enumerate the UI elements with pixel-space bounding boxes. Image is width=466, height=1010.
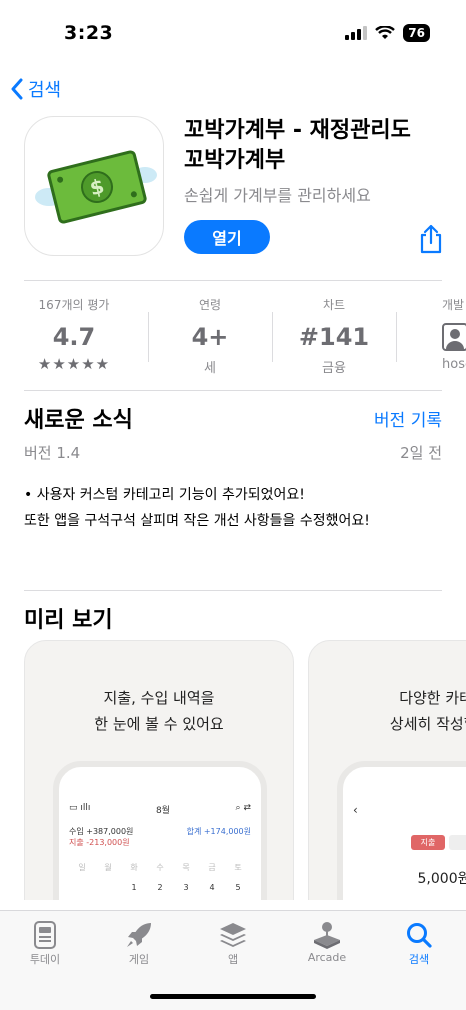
app-title-line2: 꼬박가계부: [184, 148, 286, 173]
back-label: 검색: [28, 80, 62, 101]
phone-screen: ‹ 지출 5,000원: [353, 803, 466, 900]
phone-screen: ▭ ıllı 8월 ⌕ ⇄ 수입 +387,000원 지출 -213,000원 …: [69, 803, 251, 900]
whats-new-title: 새로운 소식: [24, 408, 133, 433]
battery-icon: 76: [403, 24, 430, 42]
tab-label: 투데이: [29, 953, 61, 966]
release-notes: • 사용자 커스텀 카테고리 기능이 추가되었어요! 또한 앱을 구석구석 살피…: [24, 482, 444, 534]
money-bill-icon: $: [35, 150, 157, 224]
income-summary: 수입 +387,000원: [69, 827, 134, 836]
signal-icon: [345, 26, 368, 40]
calendar-icon: ▭ ıllı: [69, 803, 91, 813]
release-note-line: 또한 앱을 구석구석 살피며 작은 개선 사항들을 수정했어요!: [24, 513, 370, 529]
home-indicator: [150, 994, 316, 999]
tab-label: 검색: [408, 953, 430, 966]
tab-games[interactable]: 게임: [104, 919, 174, 967]
screenshot-card[interactable]: 다양한 카테고 상세히 작성할 수 ‹ 지출 5,000원: [308, 640, 466, 900]
stat-age[interactable]: 연령 4+ 세: [148, 296, 272, 376]
stat-value: #141: [298, 323, 370, 351]
phone-mockup: ‹ 지출 5,000원: [337, 761, 466, 900]
tab-search[interactable]: 검색: [384, 919, 454, 967]
tab-label: Arcade: [307, 951, 347, 964]
stat-value: 4.7: [52, 323, 96, 351]
star-rating: ★★★★★: [37, 355, 111, 373]
stat-label: 연령: [198, 298, 222, 312]
stats-row: 167개의 평가 4.7 ★★★★★ 연령 4+ 세 차트 #141 금융 개발…: [0, 296, 466, 384]
wifi-icon: [375, 26, 396, 39]
app-title-line1: 꼬박가계부 - 재정관리도: [184, 118, 411, 143]
status-time: 3:23: [64, 22, 114, 44]
back-button[interactable]: 검색: [10, 76, 61, 102]
today-icon: [34, 921, 56, 949]
screenshot-carousel[interactable]: 지출, 수입 내역을 한 눈에 볼 수 있어요 ▭ ıllı 8월 ⌕ ⇄ 수입…: [24, 640, 466, 900]
caption-line: 지출, 수입 내역을: [103, 689, 215, 707]
expense-summary: 지출 -213,000원: [69, 838, 130, 847]
search-icon: [407, 923, 432, 948]
chevron-left-icon: [11, 78, 23, 100]
apps-stack-icon: [220, 923, 246, 947]
tab-today[interactable]: 투데이: [10, 919, 80, 967]
stat-label: 개발: [442, 298, 465, 312]
tab-label: 게임: [128, 953, 150, 966]
stat-sub: hoseon: [442, 357, 466, 372]
status-bar: 3:23 76: [0, 0, 466, 64]
app-icon[interactable]: $: [24, 116, 164, 256]
stat-ratings[interactable]: 167개의 평가 4.7 ★★★★★: [12, 296, 136, 373]
total-summary: 합계 +174,000원: [186, 827, 251, 836]
joystick-icon: [314, 922, 340, 949]
tab-arcade[interactable]: Arcade: [292, 919, 362, 964]
screenshot-caption: 지출, 수입 내역을 한 눈에 볼 수 있어요: [25, 685, 293, 737]
stat-chart[interactable]: 차트 #141 금융: [272, 296, 396, 376]
caption-line: 상세히 작성할 수: [389, 715, 466, 733]
caption-line: 다양한 카테고: [399, 689, 466, 707]
status-icons: 76: [345, 24, 430, 42]
screenshot-caption: 다양한 카테고 상세히 작성할 수: [309, 685, 466, 737]
month-label: 8월: [155, 806, 170, 816]
search-icon: ⌕ ⇄: [235, 803, 251, 813]
amount-display: 5,000원: [417, 871, 466, 887]
tab-label: 앱: [227, 953, 239, 966]
preview-title: 미리 보기: [24, 608, 113, 633]
caption-line: 한 눈에 볼 수 있어요: [94, 715, 224, 733]
version-history-link[interactable]: 버전 기록: [374, 406, 442, 431]
chevron-left-icon: ‹: [353, 803, 358, 817]
app-subtitle: 손쉽게 가계부를 관리하세요: [184, 186, 371, 205]
tab-apps[interactable]: 앱: [198, 919, 268, 967]
rocket-icon: [127, 923, 151, 947]
stat-developer[interactable]: 개발 hoseon: [396, 296, 466, 372]
app-header: $ 꼬박가계부 - 재정관리도 꼬박가계부 손쉽게 가계부를 관리하세요 열기: [24, 116, 444, 256]
phone-mockup: ▭ ıllı 8월 ⌕ ⇄ 수입 +387,000원 지출 -213,000원 …: [53, 761, 267, 900]
version-label: 버전 1.4: [24, 444, 81, 462]
screenshot-card[interactable]: 지출, 수입 내역을 한 눈에 볼 수 있어요 ▭ ıllı 8월 ⌕ ⇄ 수입…: [24, 640, 294, 900]
income-tab: [449, 835, 466, 850]
stat-value: 4+: [191, 323, 229, 351]
stat-sub: 금융: [322, 361, 346, 376]
divider: [24, 280, 442, 281]
divider: [24, 590, 442, 591]
developer-person-icon: [442, 323, 466, 351]
stat-label: 차트: [322, 298, 346, 312]
divider: [24, 390, 442, 391]
calendar-grid: 일월화수목금토 12345: [78, 863, 242, 892]
release-note-line: • 사용자 커스텀 카테고리 기능이 추가되었어요!: [24, 487, 305, 503]
app-title: 꼬박가계부 - 재정관리도 꼬박가계부: [184, 116, 454, 176]
open-button[interactable]: 열기: [184, 220, 270, 254]
stat-sub: 세: [204, 361, 216, 376]
release-date: 2일 전: [400, 444, 442, 462]
expense-tab: 지출: [410, 835, 446, 850]
stat-label: 167개의 평가: [38, 298, 110, 312]
share-icon[interactable]: [418, 224, 444, 254]
